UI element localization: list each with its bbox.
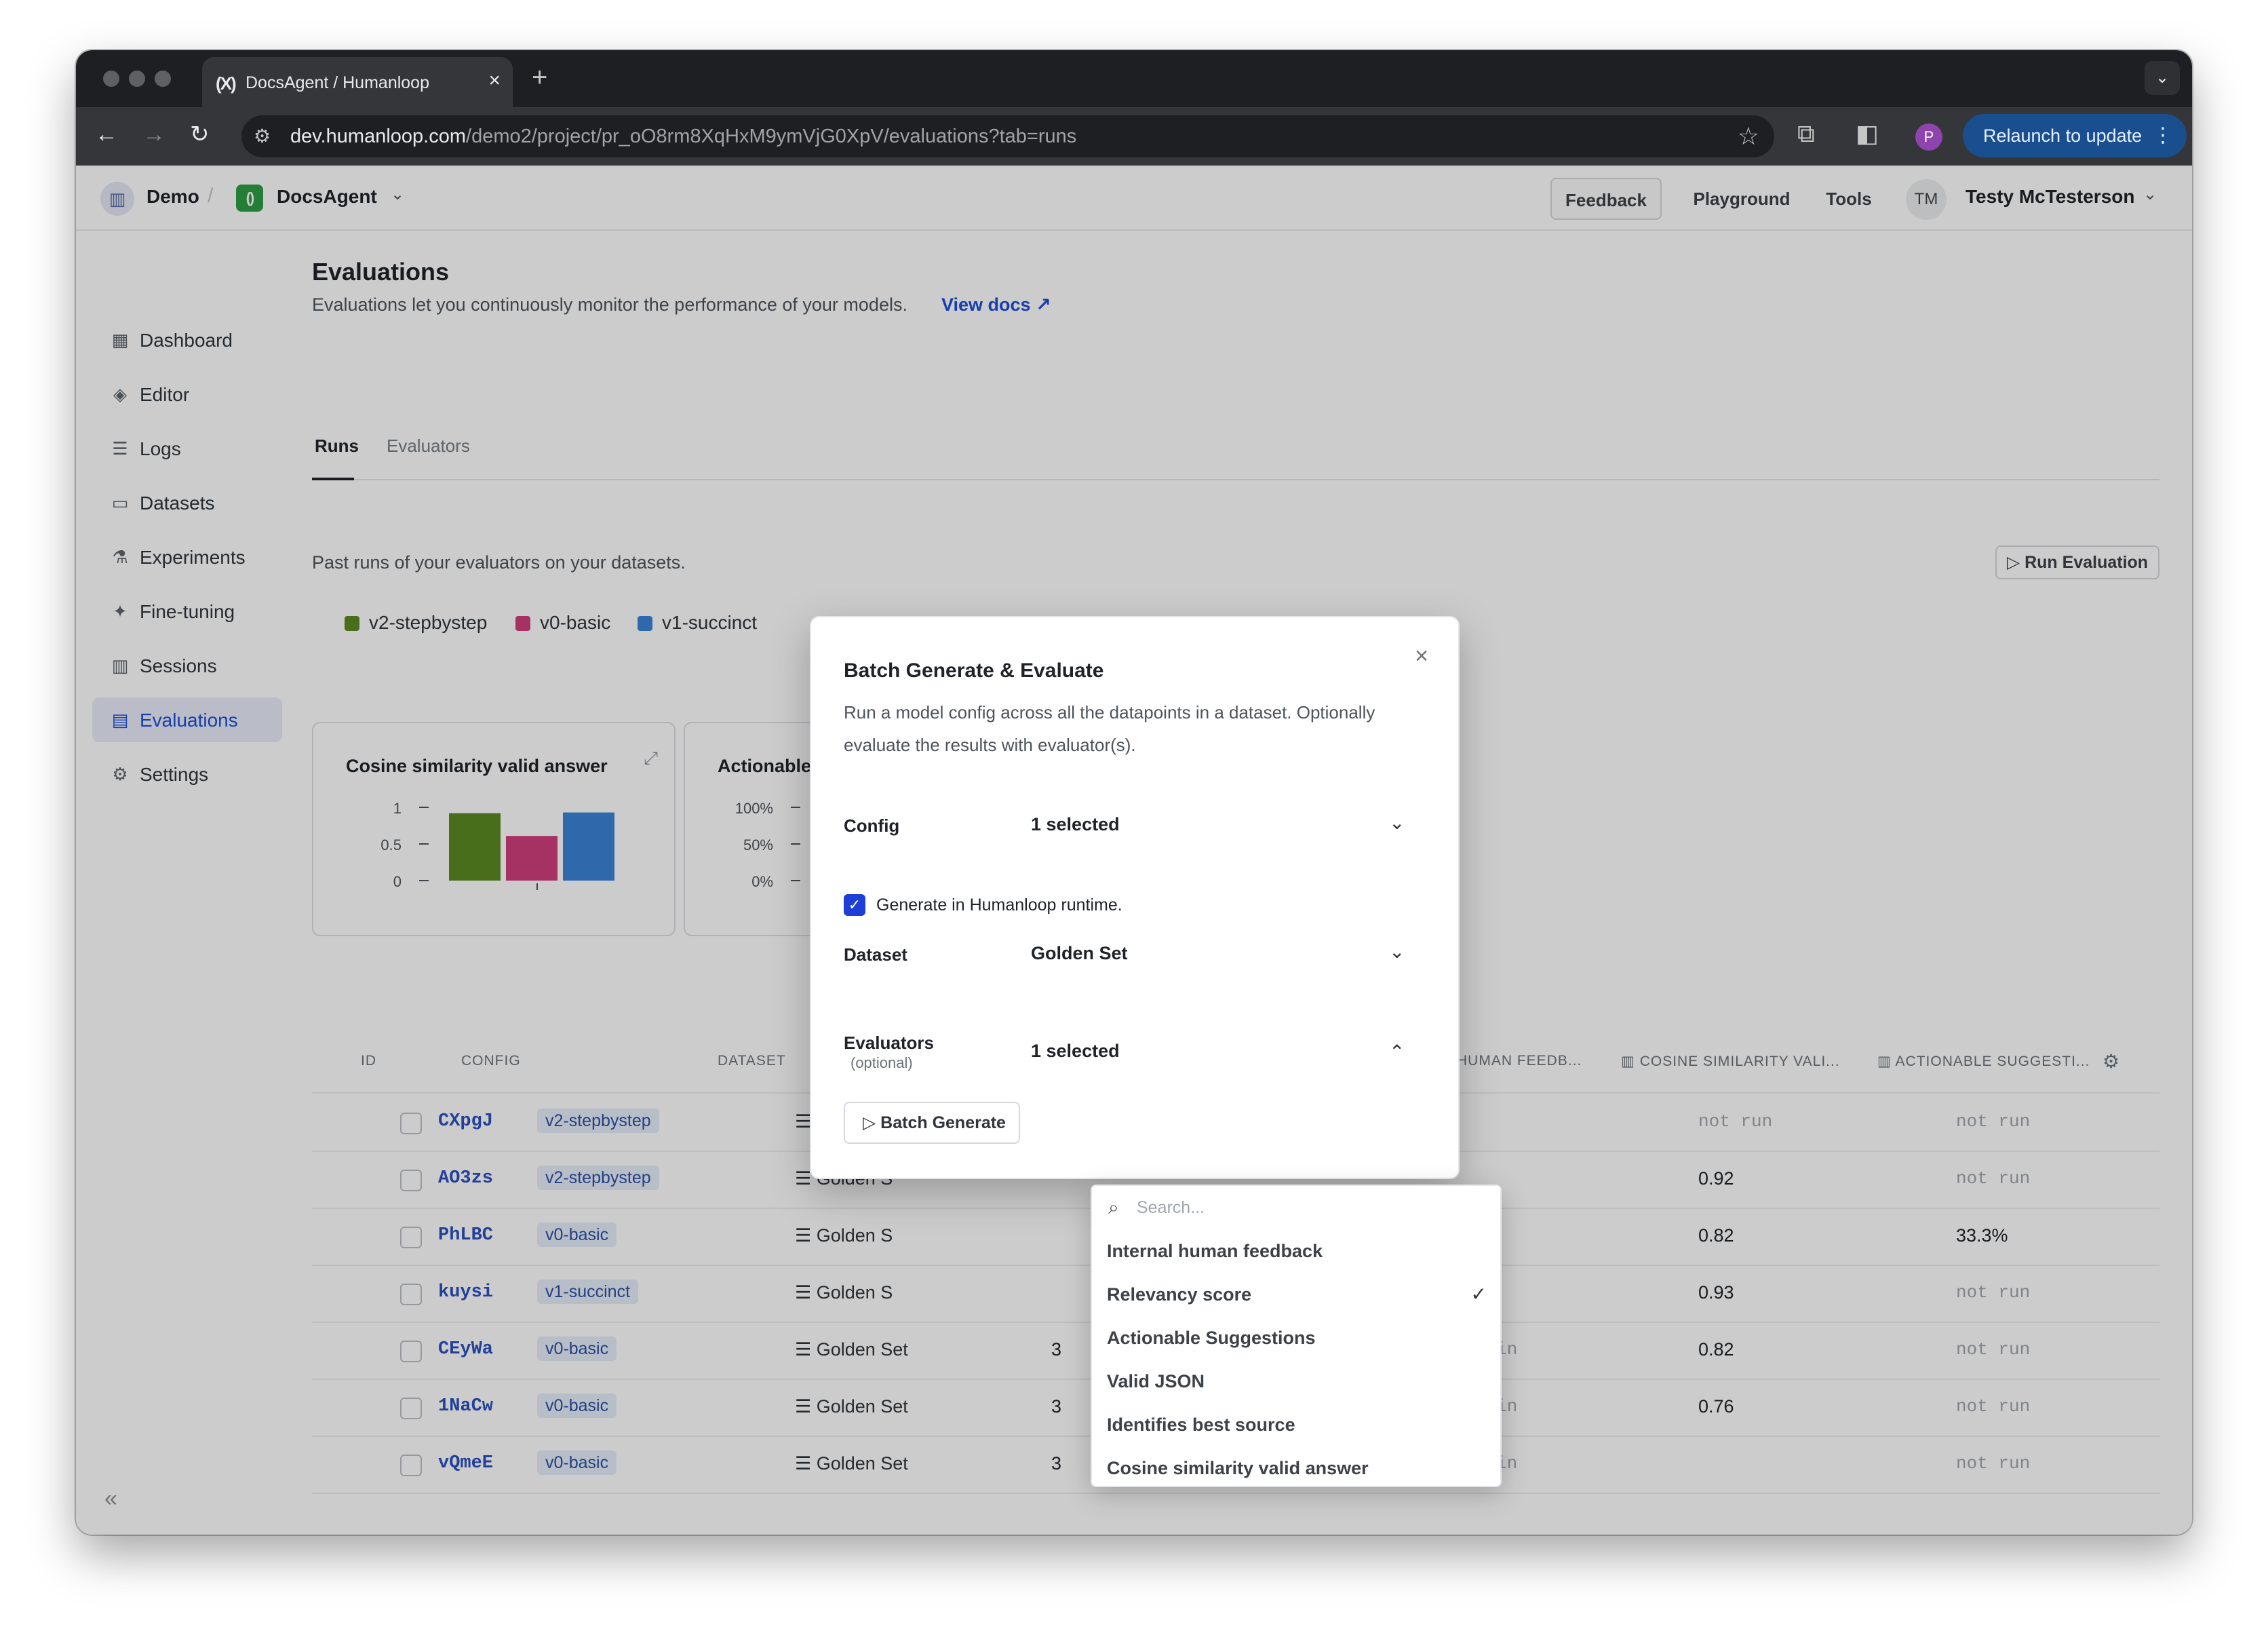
- evaluator-option-label: Actionable Suggestions: [1107, 1328, 1316, 1348]
- browser-tabbar: (X) DocsAgent / Humanloop × + ⌄: [76, 50, 2192, 107]
- modal-description: Run a model config across all the datapo…: [844, 702, 1375, 755]
- browser-tab-title: DocsAgent / Humanloop: [246, 73, 429, 92]
- tab-search-chevron-icon[interactable]: ⌄: [2145, 61, 2180, 95]
- close-icon[interactable]: ×: [1415, 643, 1428, 670]
- extensions-puzzle-icon[interactable]: ⧉: [1797, 119, 1815, 149]
- back-arrow-icon[interactable]: ←: [95, 121, 118, 148]
- chevron-down-icon[interactable]: ⌄: [1389, 811, 1405, 834]
- forward-arrow-icon[interactable]: →: [142, 121, 165, 148]
- checkmark-icon: ✓: [1470, 1284, 1487, 1305]
- bookmark-star-icon[interactable]: ☆: [1738, 122, 1759, 151]
- chevron-up-icon[interactable]: ⌃: [1389, 1041, 1405, 1063]
- address-bar[interactable]: ⚙ dev.humanloop.com/demo2/project/pr_oO8…: [241, 115, 1774, 157]
- evaluators-search-input[interactable]: [1137, 1193, 1476, 1223]
- app-content: ▥ Demo / () DocsAgent ⌄ Feedback Playgro…: [76, 166, 2192, 1535]
- reload-icon[interactable]: ↻: [190, 121, 210, 148]
- evaluator-option[interactable]: Internal human feedback: [1092, 1229, 1500, 1273]
- config-label: Config: [844, 815, 900, 836]
- minimize-window-button[interactable]: [129, 71, 145, 87]
- new-tab-icon[interactable]: +: [532, 62, 547, 93]
- evaluator-option[interactable]: Valid JSON: [1092, 1360, 1500, 1403]
- evaluator-option[interactable]: Relevancy score ✓: [1092, 1273, 1500, 1316]
- config-select[interactable]: 1 selected: [1031, 814, 1120, 835]
- browser-menu-icon[interactable]: ⋮: [2153, 114, 2173, 157]
- evaluator-option-label: Valid JSON: [1107, 1371, 1205, 1391]
- relaunch-label: Relaunch to update: [1983, 126, 2143, 146]
- browser-window: (X) DocsAgent / Humanloop × + ⌄ ← → ↻ ⚙ …: [76, 50, 2192, 1535]
- evaluator-option[interactable]: Cosine similarity valid answer: [1092, 1446, 1500, 1486]
- browser-toolbar: ← → ↻ ⚙ dev.humanloop.com/demo2/project/…: [76, 107, 2192, 166]
- zoom-window-button[interactable]: [155, 71, 171, 87]
- runtime-checkbox[interactable]: ✓: [844, 894, 865, 916]
- profile-avatar[interactable]: P: [1915, 123, 1942, 151]
- dataset-select[interactable]: Golden Set: [1031, 943, 1128, 964]
- evaluator-option[interactable]: Actionable Suggestions: [1092, 1316, 1500, 1360]
- close-window-button[interactable]: [103, 71, 119, 87]
- play-icon: ▷: [863, 1113, 881, 1132]
- evaluators-optional-label: (optional): [850, 1054, 913, 1071]
- evaluators-select[interactable]: 1 selected: [1031, 1041, 1120, 1062]
- browser-tab[interactable]: (X) DocsAgent / Humanloop ×: [202, 57, 513, 107]
- humanloop-favicon-icon: (X): [216, 73, 237, 94]
- evaluator-option[interactable]: Identifies best source: [1092, 1403, 1500, 1446]
- site-settings-icon[interactable]: ⚙: [254, 125, 271, 147]
- runtime-checkbox-label[interactable]: Generate in Humanloop runtime.: [876, 896, 1122, 915]
- close-tab-icon[interactable]: ×: [488, 69, 501, 92]
- evaluator-option-label: Identifies best source: [1107, 1415, 1295, 1435]
- evaluator-option-label: Relevancy score: [1107, 1284, 1252, 1305]
- evaluators-label: Evaluators: [844, 1033, 934, 1053]
- batch-generate-button[interactable]: ▷ Batch Generate: [844, 1102, 1020, 1144]
- modal-title: Batch Generate & Evaluate: [844, 659, 1104, 682]
- dataset-label: Dataset: [844, 944, 907, 965]
- side-panel-icon[interactable]: ◧: [1856, 119, 1879, 148]
- search-icon: ⌕: [1108, 1197, 1119, 1218]
- batch-generate-modal: × Batch Generate & Evaluate Run a model …: [810, 616, 1460, 1179]
- evaluators-dropdown: ⌕ Internal human feedback Relevancy score…: [1091, 1185, 1502, 1487]
- evaluator-option-label: Internal human feedback: [1107, 1241, 1323, 1261]
- chevron-down-icon[interactable]: ⌄: [1389, 940, 1405, 963]
- address-url[interactable]: dev.humanloop.com/demo2/project/pr_oO8rm…: [290, 126, 1076, 148]
- evaluator-option-label: Cosine similarity valid answer: [1107, 1458, 1369, 1478]
- relaunch-button[interactable]: Relaunch to update ⋮: [1963, 114, 2187, 157]
- batch-generate-label: Batch Generate: [880, 1113, 1006, 1132]
